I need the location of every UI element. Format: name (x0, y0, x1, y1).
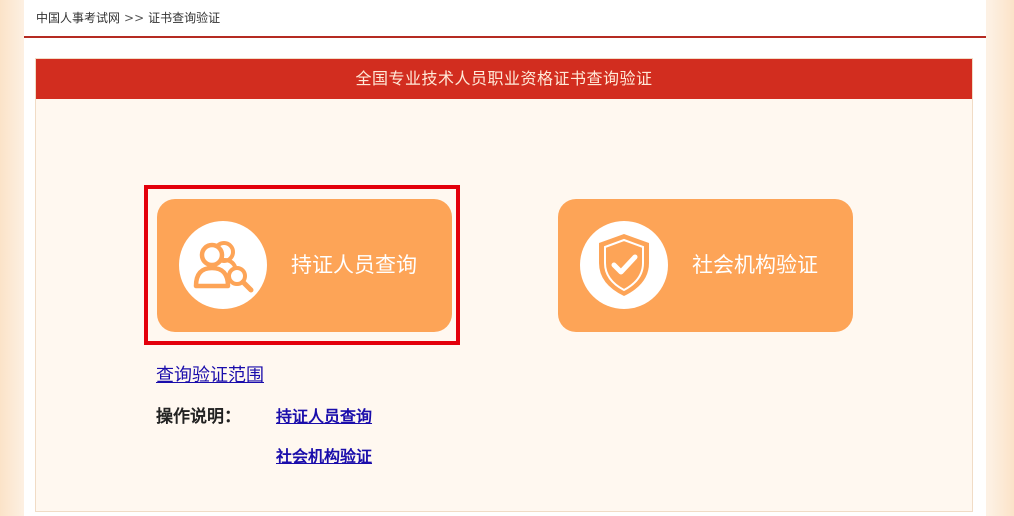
holder-query-guide-link[interactable]: 持证人员查询 (276, 403, 372, 427)
shield-check-icon (580, 221, 668, 309)
header-divider (24, 36, 986, 38)
breadcrumb-separator: >> (124, 11, 145, 25)
holder-query-button[interactable]: 持证人员查询 (157, 199, 452, 332)
operation-instructions-label: 操作说明： (156, 407, 241, 427)
breadcrumb-current: 证书查询验证 (148, 11, 221, 25)
verification-scope-link[interactable]: 查询验证范围 (156, 361, 264, 387)
institution-verify-guide-link[interactable]: 社会机构验证 (276, 443, 372, 467)
holder-query-label: 持证人员查询 (291, 253, 417, 277)
institution-verify-label: 社会机构验证 (692, 253, 818, 277)
institution-verify-button[interactable]: 社会机构验证 (558, 199, 853, 332)
panel-title: 全国专业技术人员职业资格证书查询验证 (36, 59, 972, 99)
page: 中国人事考试网 >> 证书查询验证 全国专业技术人员职业资格证书查询验证 持证人… (24, 0, 986, 516)
breadcrumb-home-link[interactable]: 中国人事考试网 (36, 9, 120, 27)
person-search-icon (179, 221, 267, 309)
verification-panel: 全国专业技术人员职业资格证书查询验证 持证人员查询 社会机构验证 查询验证范围 … (35, 58, 973, 512)
breadcrumb: 中国人事考试网 >> 证书查询验证 (36, 9, 220, 27)
